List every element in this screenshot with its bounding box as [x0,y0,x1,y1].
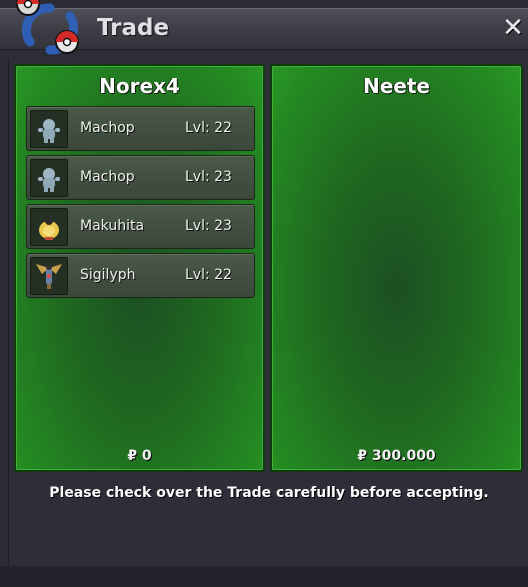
pokemon-level: Lvl: 23 [185,218,232,234]
pokemon-level: Lvl: 22 [185,267,232,283]
offer-pokemon-slot[interactable]: Machop Lvl: 23 [26,155,255,200]
my-player-name: Norex4 [99,74,180,98]
my-money-offer: ₽ 0 [127,448,152,464]
sigilyph-icon [30,257,68,295]
partner-player-name: Neete [363,74,430,98]
pokemon-name: Machop [80,169,135,185]
partner-money-offer: ₽ 300.000 [357,448,436,464]
partner-offer-panel: Neete ₽ 300.000 [270,64,523,472]
pokemon-name: Makuhita [80,218,145,234]
offer-pokemon-slot[interactable]: Makuhita Lvl: 23 [26,204,255,249]
close-icon[interactable]: ✕ [500,13,526,43]
offer-pokemon-slot[interactable]: Sigilyph Lvl: 22 [26,253,255,298]
pokemon-name: Machop [80,120,135,136]
makuhita-icon [30,208,68,246]
trade-window: Trade ✕ Norex4 Machop Lvl: 22 Machop Lvl… [0,0,528,587]
machop-icon [30,159,68,197]
offer-pokemon-slot[interactable]: Machop Lvl: 22 [26,106,255,151]
pokemon-level: Lvl: 23 [185,169,232,185]
window-footer [0,566,528,587]
my-offer-panel: Norex4 Machop Lvl: 22 Machop Lvl: 23 Mak… [14,64,265,472]
window-title: Trade [97,15,170,41]
pokemon-name: Sigilyph [80,267,136,283]
machop-icon [30,110,68,148]
trade-notice: Please check over the Trade carefully be… [49,485,489,501]
trade-logo-icon [16,0,79,55]
trade-body: Norex4 Machop Lvl: 22 Machop Lvl: 23 Mak… [8,58,528,566]
pokemon-level: Lvl: 22 [185,120,232,136]
